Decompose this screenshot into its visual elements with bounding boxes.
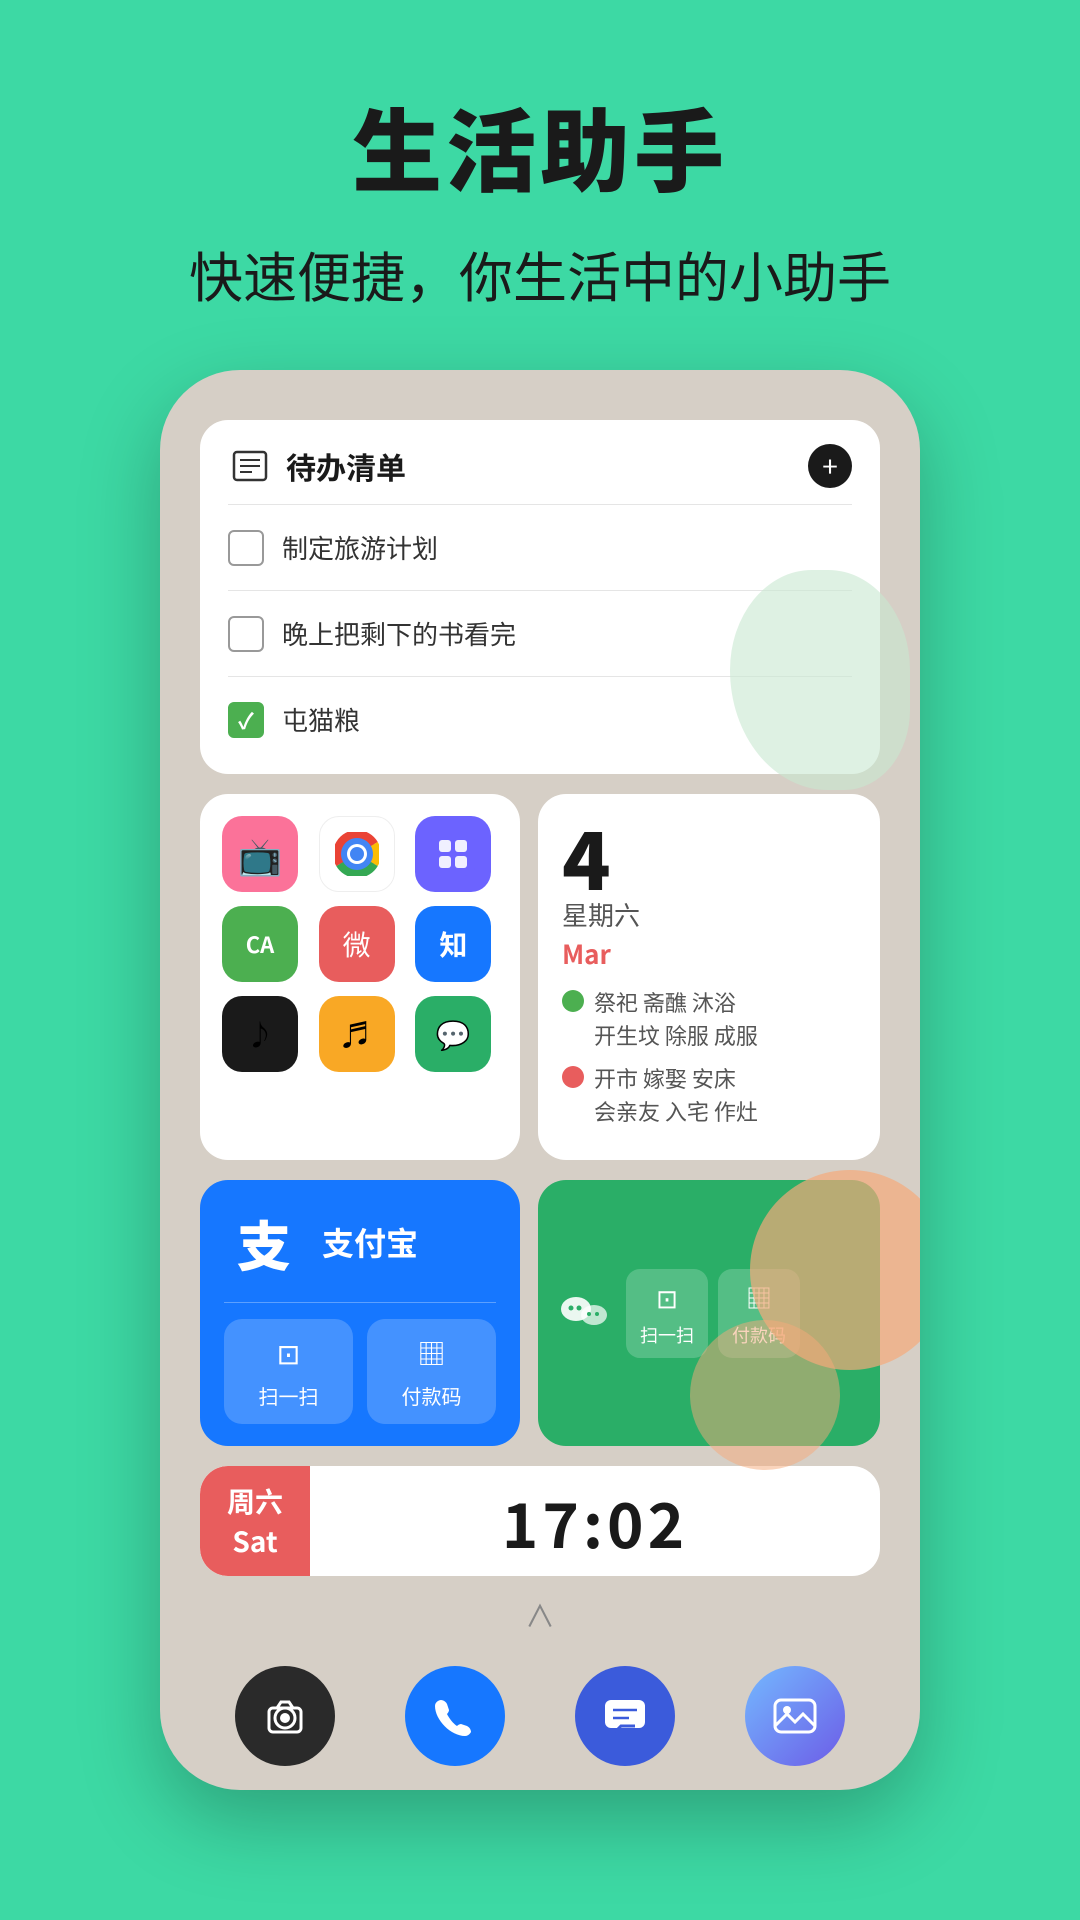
cal-auspicious-row: 祭祀 斋醮 沐浴开生坟 除服 成服 <box>562 986 856 1052</box>
alipay-logo: 支 <box>224 1202 304 1282</box>
clock-date-badge: 周六 Sat <box>200 1466 310 1576</box>
calendar-widget: 4 星期六 Mar 祭祀 斋醮 沐浴开生坟 除服 成服 开市 嫁娶 安床会亲友 … <box>538 794 880 1160</box>
wechat-scan-button[interactable]: ⊡ 扫一扫 <box>626 1269 708 1358</box>
wechat-scan-label: 扫一扫 <box>640 1322 694 1348</box>
todo-title: 待办清单 <box>286 444 406 488</box>
inauspicious-dot <box>562 1066 584 1088</box>
calendar-weekday: 星期六 <box>562 896 856 933</box>
todo-header: 待办清单 + <box>228 444 852 488</box>
page-title: 生活助手 <box>0 80 1080 210</box>
alipay-top: 支 支付宝 <box>224 1202 496 1282</box>
todo-list-icon <box>228 444 272 488</box>
alipay-scan-label: 扫一扫 <box>259 1381 319 1410</box>
app-weibo[interactable]: 微 <box>319 906 395 982</box>
clock-weekday: 周六 <box>227 1481 283 1521</box>
dock-gallery-button[interactable] <box>745 1666 845 1766</box>
app-shortcut[interactable] <box>415 816 491 892</box>
page-subtitle: 快速便捷，你生活中的小助手 <box>0 234 1080 313</box>
app-grid-widget: 📺 <box>200 794 520 1160</box>
checkbox-3[interactable] <box>228 702 264 738</box>
calendar-month: Mar <box>562 935 856 972</box>
header: 生活助手 快速便捷，你生活中的小助手 <box>0 0 1080 353</box>
auspicious-dot <box>562 990 584 1012</box>
app-zhihu[interactable]: 知 <box>415 906 491 982</box>
calendar-info: 祭祀 斋醮 沐浴开生坟 除服 成服 开市 嫁娶 安床会亲友 入宅 作灶 <box>562 986 856 1128</box>
todo-add-button[interactable]: + <box>808 444 852 488</box>
alipay-name: 支付宝 <box>322 1219 418 1265</box>
scan-icon: ⊡ <box>277 1333 300 1373</box>
app-chrome[interactable] <box>319 816 395 892</box>
todo-text-3: 屯猫粮 <box>282 701 360 738</box>
alipay-scan-button[interactable]: ⊡ 扫一扫 <box>224 1319 353 1424</box>
alipay-pay-label: 付款码 <box>402 1381 462 1410</box>
todo-text-1: 制定旅游计划 <box>282 529 438 566</box>
clock-widget: 周六 Sat 17:02 <box>200 1466 880 1576</box>
alipay-widget: 支 支付宝 ⊡ 扫一扫 ▦ 付款码 <box>200 1180 520 1446</box>
checkbox-1[interactable] <box>228 530 264 566</box>
dock-message-button[interactable] <box>575 1666 675 1766</box>
app-grid: 📺 <box>222 816 498 1072</box>
todo-header-left: 待办清单 <box>228 444 406 488</box>
widgets-row-1: 📺 <box>200 794 880 1160</box>
app-bilibili[interactable]: 📺 <box>222 816 298 892</box>
clock-dayname: Sat <box>232 1521 277 1561</box>
app-ca[interactable]: CA <box>222 906 298 982</box>
alipay-divider <box>224 1302 496 1303</box>
clock-time: 17:02 <box>310 1476 880 1566</box>
app-music[interactable]: ♬ <box>319 996 395 1072</box>
inauspicious-text: 开市 嫁娶 安床会亲友 入宅 作灶 <box>594 1062 758 1128</box>
alipay-buttons: ⊡ 扫一扫 ▦ 付款码 <box>224 1319 496 1424</box>
checkbox-2[interactable] <box>228 616 264 652</box>
clock-row: 周六 Sat 17:02 <box>200 1466 880 1576</box>
todo-item-1[interactable]: 制定旅游计划 <box>228 517 852 578</box>
calendar-day: 4 <box>562 816 856 896</box>
pay-icon: ▦ <box>417 1333 445 1373</box>
app-wechat[interactable]: 💬 <box>415 996 491 1072</box>
todo-divider <box>228 504 852 505</box>
alipay-pay-button[interactable]: ▦ 付款码 <box>367 1319 496 1424</box>
deco-circle-2 <box>690 1320 840 1470</box>
todo-text-2: 晚上把剩下的书看完 <box>282 615 516 652</box>
cal-inauspicious-row: 开市 嫁娶 安床会亲友 入宅 作灶 <box>562 1062 856 1128</box>
chevron-row: ∧ <box>200 1592 880 1636</box>
phone-mockup: 待办清单 + 制定旅游计划 晚上把剩下的书看完 屯猫粮 📺 <box>160 370 920 1790</box>
auspicious-text: 祭祀 斋醮 沐浴开生坟 除服 成服 <box>594 986 758 1052</box>
app-tiktok[interactable]: ♪ <box>222 996 298 1072</box>
wechat-scan-icon: ⊡ <box>656 1279 678 1316</box>
dock-phone-button[interactable] <box>405 1666 505 1766</box>
wechat-logo-icon <box>556 1285 612 1341</box>
bottom-dock <box>160 1666 920 1766</box>
todo-divider-2 <box>228 590 852 591</box>
dock-camera-button[interactable] <box>235 1666 335 1766</box>
chevron-up-icon: ∧ <box>525 1592 555 1636</box>
